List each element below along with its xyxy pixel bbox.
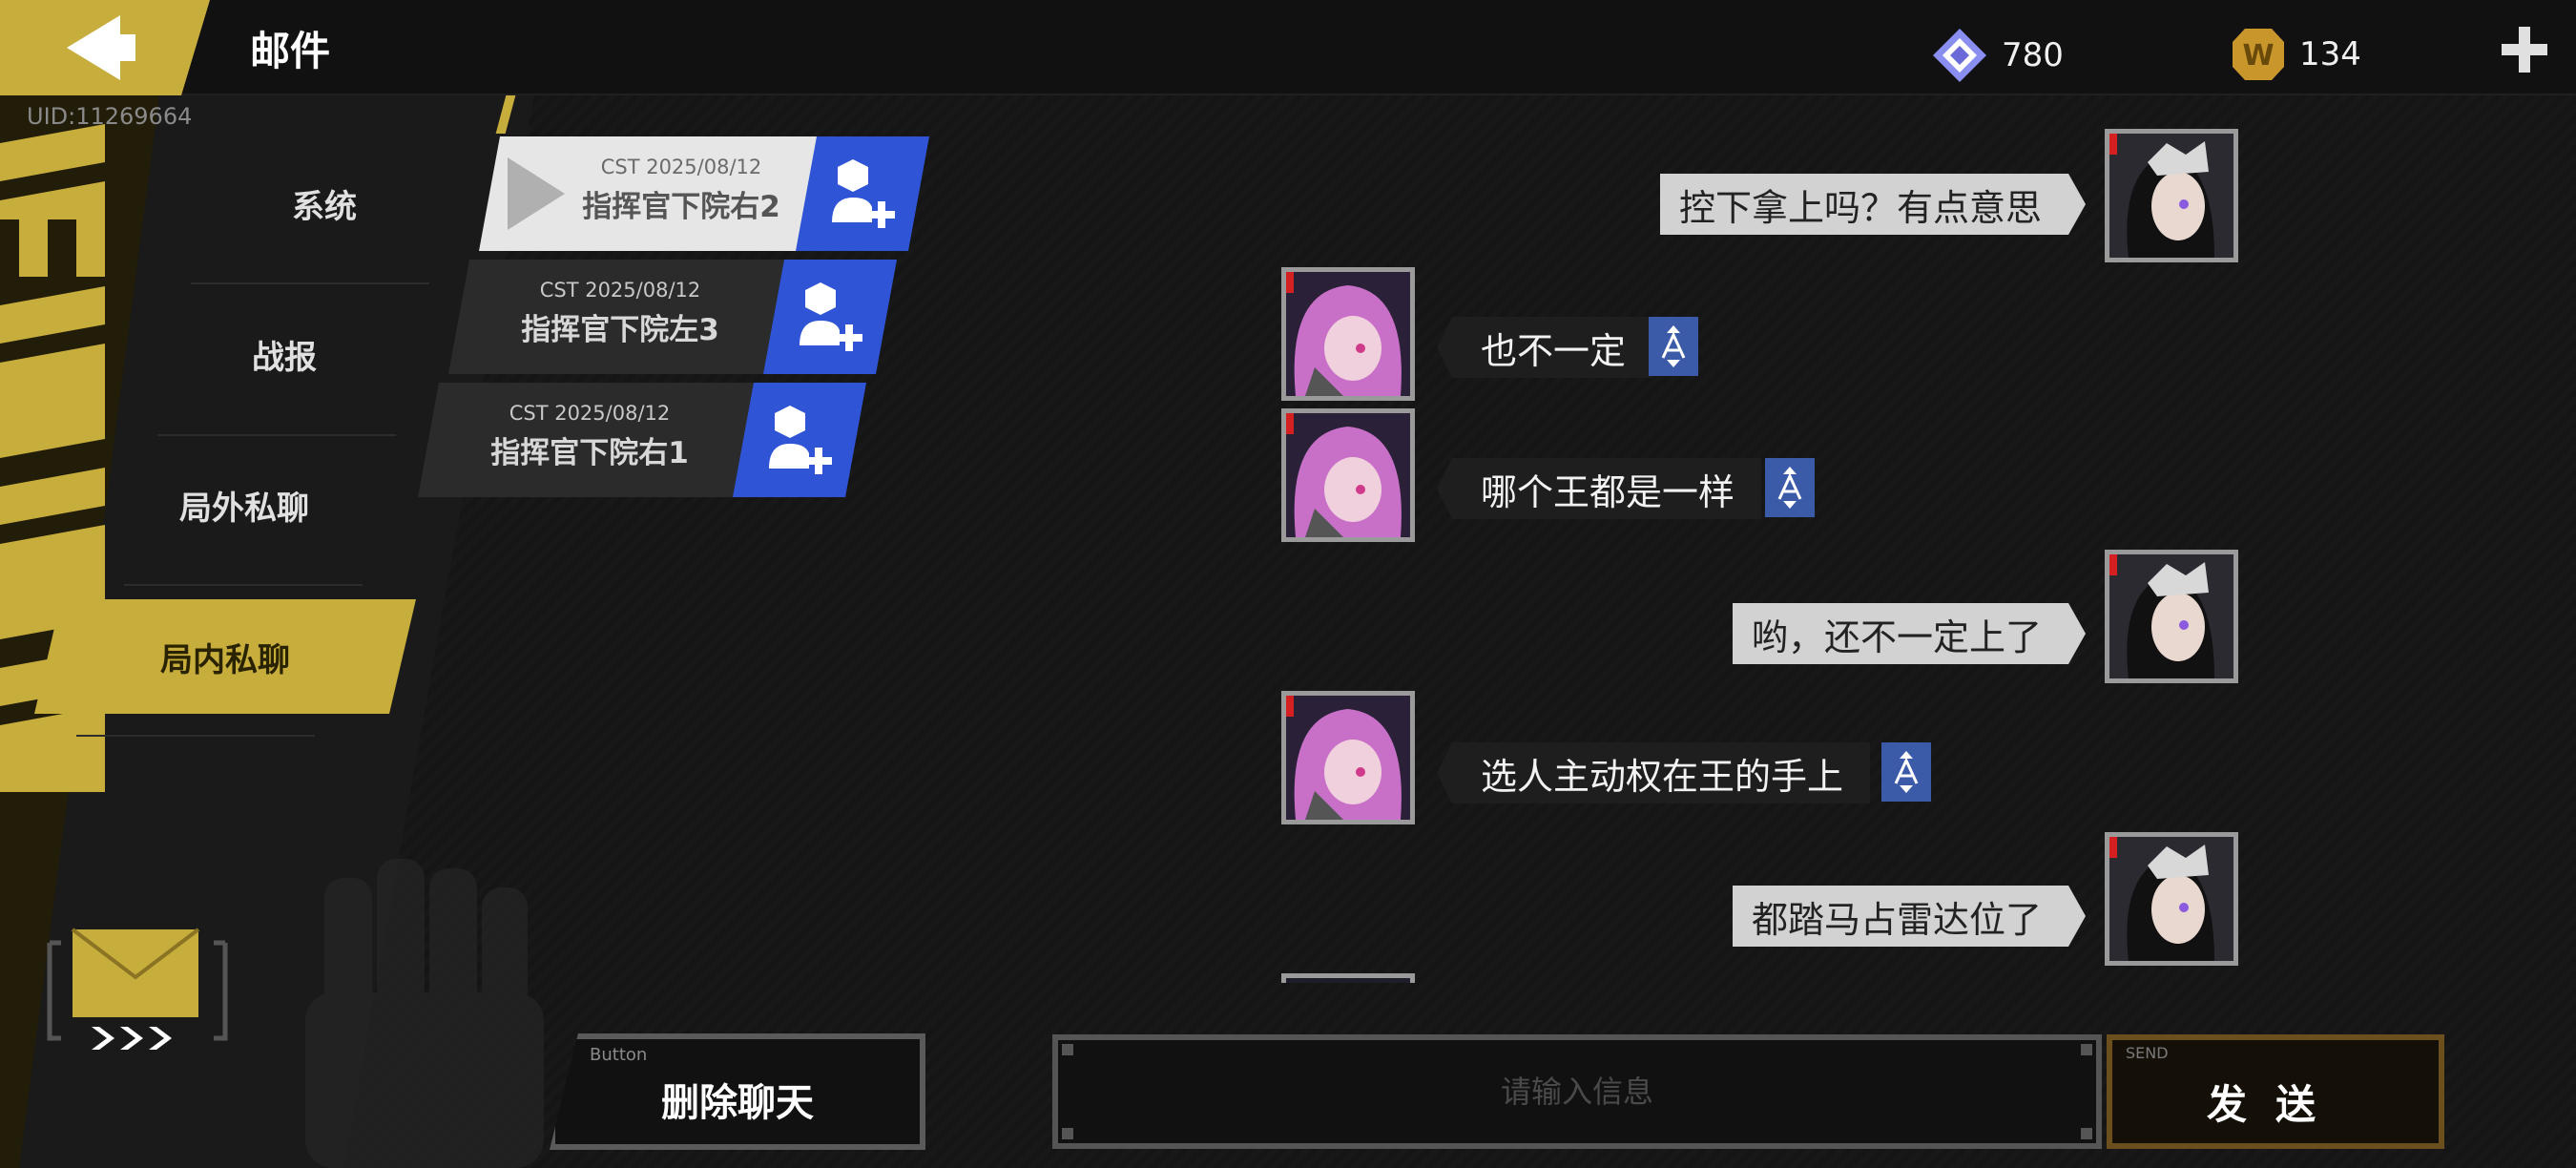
frame-corner: [1062, 1044, 1073, 1055]
mail-date: CST 2025/08/12: [600, 156, 762, 178]
player-portrait-dark-icon: [2109, 837, 2233, 961]
send-button[interactable]: SEND 发送: [2107, 1034, 2444, 1149]
sidebar-item-label: 系统: [292, 187, 357, 226]
message-input[interactable]: [1058, 1040, 2096, 1143]
plus-icon[interactable]: [2500, 25, 2549, 74]
rank-marker: [2109, 837, 2117, 858]
add-friend-button[interactable]: [733, 383, 866, 497]
divider: [76, 735, 315, 737]
gem-amount: 780: [2002, 36, 2064, 74]
coin-amount: 134: [2299, 35, 2361, 73]
message-text: 也不一定: [1481, 329, 1627, 372]
chat-bubble-incoming: 也不一定: [1436, 317, 1653, 378]
chat-bubble-incoming: 哪个王都是一样: [1436, 458, 1762, 519]
sidebar-item-label: 战报: [252, 338, 317, 377]
chat-bubble-outgoing: 哟，还不一定上了: [1732, 603, 2087, 664]
diamond-gem-icon: [1933, 29, 1986, 82]
button-tag: SEND: [2126, 1044, 2169, 1062]
chat-bubble-incoming: 选人主动权在王的手上: [1436, 742, 1871, 803]
player-portrait-pink-icon: [1286, 413, 1410, 537]
button-tag: Button: [590, 1045, 648, 1065]
mail-date: CST 2025/08/12: [509, 402, 671, 425]
frame-corner: [2081, 1128, 2092, 1139]
translate-button[interactable]: [1649, 317, 1698, 376]
sidebar-item-label: 局外私聊: [179, 489, 309, 528]
back-arrow-icon: [67, 15, 135, 80]
mail-envelope-icon[interactable]: [42, 924, 233, 1057]
message-text: 控下拿上吗？有点意思: [1678, 186, 2042, 229]
mail-date: CST 2025/08/12: [539, 279, 701, 302]
gem-currency: 780: [1931, 27, 2064, 84]
rank-marker: [1286, 413, 1294, 434]
rank-marker: [1286, 696, 1294, 717]
mail-sender: 指挥官下院右2: [582, 190, 780, 224]
avatar[interactable]: [2105, 550, 2238, 683]
message-text: 哟，还不一定上了: [1751, 615, 2042, 658]
message-text: 都踏马占雷达位了: [1751, 898, 2042, 941]
mail-sender: 指挥官下院右1: [490, 436, 689, 470]
avatar[interactable]: [2105, 129, 2238, 262]
message-text: 哪个王都是一样: [1481, 470, 1735, 513]
message-input-frame: [1052, 1034, 2102, 1149]
frame-corner: [2081, 1044, 2092, 1055]
page-title: 邮件: [250, 28, 331, 74]
avatar[interactable]: [1281, 267, 1415, 401]
sidebar-item-inside-chat[interactable]: 局内私聊: [34, 599, 416, 714]
gold-w-coin-icon: W: [2233, 29, 2284, 80]
mail-list-item[interactable]: CST 2025/08/12 指挥官下院右2: [479, 136, 929, 251]
translate-icon: [1777, 467, 1802, 509]
avatar[interactable]: [1281, 691, 1415, 824]
translate-button[interactable]: [1881, 742, 1931, 802]
user-id: UID:11269664: [27, 103, 193, 130]
sidebar-item-system[interactable]: 系统: [229, 151, 420, 256]
add-friend-icon: [769, 406, 832, 474]
send-label: 发送: [2206, 1081, 2344, 1128]
player-portrait-dark-icon: [2109, 554, 2233, 678]
player-portrait-pink-icon: [1286, 272, 1410, 396]
avatar[interactable]: [1281, 408, 1415, 542]
fist-emblem-icon: [305, 859, 544, 1168]
divider: [157, 434, 396, 436]
svg-text:W: W: [2242, 39, 2274, 73]
sidebar-item-outside-chat[interactable]: 局外私聊: [149, 452, 340, 557]
player-portrait-dark-icon: [2109, 134, 2233, 258]
rank-marker: [1286, 272, 1294, 293]
avatar[interactable]: [1281, 973, 1415, 983]
message-text: 选人主动权在王的手上: [1481, 755, 1844, 798]
mail-sender: 指挥官下院左3: [521, 313, 719, 347]
add-friend-button[interactable]: [796, 136, 929, 251]
frame-corner: [1062, 1128, 1073, 1139]
add-friend-icon: [800, 282, 862, 351]
translate-icon: [1894, 751, 1919, 793]
top-bar: 邮件 780 W 134: [0, 0, 2576, 95]
chat-bubble-outgoing: 控下拿上吗？有点意思: [1659, 174, 2087, 235]
sidebar-item-battle-report[interactable]: 战报: [189, 302, 380, 407]
chat-bubble-outgoing: 都踏马占雷达位了: [1732, 886, 2087, 947]
mail-card: CST 2025/08/12 指挥官下院右1: [418, 383, 771, 497]
translate-icon: [1661, 325, 1686, 367]
rank-marker: [2109, 554, 2117, 575]
sidebar-item-label: 局内私聊: [160, 640, 290, 679]
delete-chat-label: 删除聊天: [661, 1081, 814, 1125]
back-button[interactable]: [0, 0, 210, 95]
rank-marker: [2109, 134, 2117, 155]
mail-list-item[interactable]: CST 2025/08/12 指挥官下院左3: [448, 260, 897, 374]
mail-card: CST 2025/08/12 指挥官下院右2: [479, 136, 832, 251]
avatar[interactable]: [2105, 832, 2238, 966]
delete-chat-button[interactable]: Button 删除聊天: [550, 1033, 925, 1150]
add-friend-button[interactable]: [763, 260, 897, 374]
add-friend-icon: [832, 159, 895, 228]
divider: [191, 282, 429, 284]
mail-list-item[interactable]: CST 2025/08/12 指挥官下院右1: [418, 383, 866, 497]
divider: [124, 584, 363, 586]
chat-message-area[interactable]: 控下拿上吗？有点意思 也不一定 哪个王都是一样 哟，还不一定上了 选人主动权在王…: [1240, 115, 2290, 983]
mail-card: CST 2025/08/12 指挥官下院左3: [448, 260, 801, 374]
translate-button[interactable]: [1765, 458, 1815, 517]
coin-currency: W 134: [2231, 27, 2361, 82]
player-portrait-pink-icon: [1286, 696, 1410, 820]
